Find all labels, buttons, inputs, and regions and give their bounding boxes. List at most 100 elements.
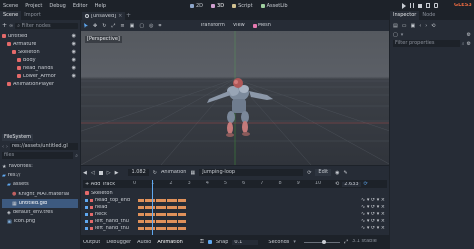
keyframe[interactable] <box>184 213 187 216</box>
zoom-slider[interactable] <box>303 239 340 244</box>
keyframe[interactable] <box>184 227 187 230</box>
animation-edit-button[interactable]: Edit <box>315 169 332 176</box>
animation-length[interactable]: 2.633 <box>342 181 361 187</box>
list-select-icon[interactable]: ≡ <box>120 23 124 29</box>
animation-track[interactable]: head_top_end ∿ ▾ ⟳ ▾ × <box>83 197 387 204</box>
keyframe[interactable] <box>184 206 187 209</box>
link-icon[interactable]: ∞ <box>9 23 13 29</box>
filesystem-path[interactable]: res://assets/untitled.gl <box>10 143 78 150</box>
play-backwards-from-end-icon[interactable]: ◀ <box>83 170 87 176</box>
play-from-start-icon[interactable]: ▶ <box>115 170 119 176</box>
scene-tree-item[interactable]: Body ◉ <box>2 56 78 64</box>
onion-skin-icon[interactable]: ◉ <box>335 170 339 176</box>
rotate-tool-icon[interactable]: ↻ <box>102 23 106 29</box>
track-enable-checkbox[interactable] <box>85 206 88 209</box>
files-search-input[interactable]: files <box>2 152 74 159</box>
scene-tree-item[interactable]: Armature ◉ <box>2 40 78 48</box>
back-icon[interactable]: ‹ <box>2 144 4 150</box>
workspace-assetlib[interactable]: AssetLib <box>260 3 288 9</box>
select-tool-icon[interactable] <box>84 23 88 28</box>
filesystem-item[interactable]: ▰ res:// <box>2 171 78 180</box>
tab-audio[interactable]: Audio <box>137 240 151 245</box>
filesystem-item[interactable]: ▦ untitled.glb <box>2 199 78 208</box>
visibility-eye-icon[interactable]: ◉ <box>72 65 76 71</box>
scale-tool-icon[interactable]: ⤢ <box>111 23 115 29</box>
track-enable-checkbox[interactable] <box>85 220 88 223</box>
animation-track[interactable]: head ∿ ▾ ⟳ ▾ × <box>83 204 387 211</box>
tab-scene[interactable]: Scene <box>0 11 22 20</box>
track-enable-checkbox[interactable] <box>85 213 88 216</box>
track-group-header[interactable]: Skeleton <box>83 189 387 197</box>
history-forward-icon[interactable]: › <box>425 23 427 29</box>
scene-tree-item[interactable]: AnimationPlayer <box>2 80 78 88</box>
track-keyframe-lane[interactable] <box>138 197 338 204</box>
snap-checkbox[interactable] <box>207 240 212 244</box>
loop-toggle-icon[interactable]: ⟳ <box>364 181 368 187</box>
visibility-eye-icon[interactable]: ◉ <box>72 33 76 39</box>
timeline-ruler[interactable]: 012345678910 <box>133 180 333 188</box>
tab-debugger[interactable]: Debugger <box>106 240 131 245</box>
track-options[interactable]: ∿ ▾ ⟳ ▾ × <box>361 226 385 231</box>
visibility-eye-icon[interactable]: ◉ <box>72 49 76 55</box>
snap-unit-select[interactable]: Seconds <box>268 240 289 245</box>
play-icon[interactable] <box>402 2 406 9</box>
add-node-icon[interactable]: + <box>2 22 7 29</box>
viewport-3d[interactable]: [Perspective] <box>81 31 389 165</box>
autoplay-icon[interactable]: ⟳ <box>307 170 311 176</box>
tab-inspector[interactable]: Inspector <box>390 11 420 20</box>
filesystem-item[interactable]: ▰ assets <box>2 180 78 189</box>
scene-tree-item[interactable]: head_hands ◉ <box>2 64 78 72</box>
filesystem-title[interactable]: FileSystem <box>2 134 34 141</box>
loop-icon[interactable]: ⟲ <box>335 181 339 187</box>
track-keyframe-lane[interactable] <box>138 211 338 218</box>
track-options[interactable]: ∿ ▾ ⟳ ▾ × <box>361 205 385 210</box>
keyframe[interactable] <box>184 199 187 202</box>
filter-properties-input[interactable]: Filter properties <box>393 40 460 47</box>
menu-help[interactable]: Help <box>95 3 106 9</box>
menu-editor[interactable]: Editor <box>73 3 88 9</box>
track-options[interactable]: ∿ ▾ ⟳ ▾ × <box>361 198 385 203</box>
renderer-label[interactable]: GLES3 <box>454 3 472 8</box>
scene-tree-item[interactable]: Lower_Armor ◉ <box>2 72 78 80</box>
track-keyframe-lane[interactable] <box>138 218 338 225</box>
animation-track[interactable]: left_hand_thu ∿ ▾ ⟳ ▾ × <box>83 218 387 225</box>
track-keyframe-lane[interactable] <box>138 204 338 211</box>
filesystem-item[interactable]: ● Knight_MAT.material <box>2 189 78 199</box>
stop-anim-icon[interactable] <box>98 170 103 175</box>
snap-icon[interactable]: ⌗ <box>158 23 161 29</box>
tab-animation[interactable]: Animation <box>157 240 183 245</box>
filesystem-item[interactable]: ▣ icon.png <box>2 217 78 226</box>
refresh-icon[interactable]: ↻ <box>153 170 157 176</box>
properties-menu-icon[interactable]: ⚙ <box>467 41 471 47</box>
menu-scene[interactable]: Scene <box>3 3 18 9</box>
keyframe[interactable] <box>184 220 187 223</box>
scene-tree-item[interactable]: Skeleton ◉ <box>2 48 78 56</box>
play-forward-icon[interactable]: ▷ <box>107 170 111 176</box>
menu-project[interactable]: Project <box>25 3 42 9</box>
visibility-eye-icon[interactable]: ◉ <box>72 41 76 47</box>
visibility-eye-icon[interactable]: ◉ <box>72 57 76 63</box>
pin-icon[interactable]: ✎ <box>343 170 347 176</box>
add-tab-icon[interactable]: + <box>126 12 131 19</box>
menu-debug[interactable]: Debug <box>49 3 65 9</box>
add-track-button[interactable]: + Add Track <box>83 182 133 187</box>
perspective-menu[interactable]: [Perspective] <box>85 36 122 43</box>
key-icon[interactable]: ⚿ <box>200 239 204 245</box>
filesystem-item[interactable]: ★ Favorites: <box>2 162 78 171</box>
animation-select[interactable]: Jumping-loop <box>199 169 304 176</box>
zoom-slider-handle[interactable] <box>321 239 326 244</box>
pause-icon[interactable] <box>410 3 414 8</box>
lock-icon[interactable]: ▣ <box>130 23 135 29</box>
workspace-3d[interactable]: 3D <box>211 3 224 9</box>
history-icon[interactable]: ⟲ <box>431 23 435 29</box>
scene-tree-item[interactable]: untitled ◉ <box>2 32 78 40</box>
scene-tab[interactable]: [unsaved] × <box>82 12 126 20</box>
filter-nodes-input[interactable]: ⌕ Filter nodes <box>15 22 78 29</box>
chevron-down-icon[interactable]: ▾ <box>401 32 404 38</box>
forward-icon[interactable]: › <box>6 144 8 150</box>
workspace-2d[interactable]: 2D <box>190 3 203 9</box>
track-options[interactable]: ∿ ▾ ⟳ ▾ × <box>361 219 385 224</box>
new-resource-icon[interactable]: ▤ <box>393 23 398 29</box>
filesystem-item[interactable]: ◈ default_env.tres <box>2 208 78 217</box>
save-resource-icon[interactable]: ▣ <box>410 23 415 29</box>
